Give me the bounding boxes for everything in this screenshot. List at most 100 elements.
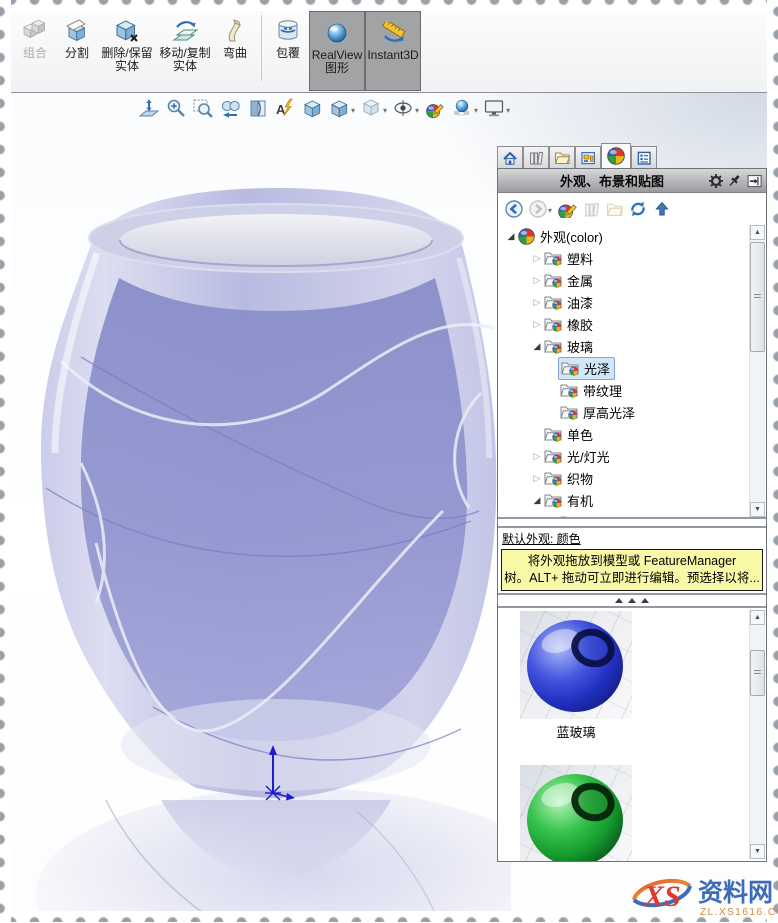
flex-button[interactable]: 弯曲 xyxy=(214,11,256,63)
expand-arrow-icon[interactable] xyxy=(530,297,544,307)
delete-keep-body-button[interactable]: 删除/保留实体 xyxy=(98,11,156,76)
appearance-folder-icon xyxy=(561,360,579,376)
expand-arrow-icon[interactable] xyxy=(530,495,544,505)
wrap-label: 包覆 xyxy=(275,46,300,60)
refresh-icon[interactable] xyxy=(629,200,647,218)
tree-item-label: 光泽 xyxy=(584,361,611,377)
wrap-button[interactable]: 包覆 xyxy=(267,11,309,63)
move-copy-body-icon xyxy=(172,21,198,41)
site-watermark: XS 资料网 ZL.XS1616.COM xyxy=(626,870,778,918)
zoom-in-out-icon[interactable] xyxy=(165,97,187,121)
expand-arrow-icon[interactable] xyxy=(530,253,544,263)
previous-view-icon[interactable] xyxy=(219,97,242,121)
back-icon[interactable] xyxy=(505,200,523,218)
edit-appearance-ball-icon[interactable] xyxy=(558,200,577,218)
realview-graphics-button[interactable]: RealView 图形 xyxy=(309,11,365,91)
preview-splitter-handle[interactable] xyxy=(498,593,766,608)
add-library-icon xyxy=(585,202,600,217)
vase-reflection xyxy=(36,788,511,911)
display-style-icon[interactable] xyxy=(328,97,355,121)
expand-arrow-icon[interactable] xyxy=(530,319,544,329)
view-orientation-icon[interactable] xyxy=(301,97,323,121)
pin-icon[interactable] xyxy=(727,172,743,189)
display-monitor-icon[interactable] xyxy=(483,97,510,121)
preview-scroll-thumb[interactable] xyxy=(750,650,765,696)
up-one-level-icon[interactable] xyxy=(653,200,671,218)
expand-arrow-icon[interactable] xyxy=(530,451,544,461)
apply-scene-icon[interactable] xyxy=(451,97,478,121)
drag-hint-tooltip: 将外观拖放到模型或 FeatureManager 树。ALT+ 拖动可立即进行编… xyxy=(501,549,763,591)
expand-arrow-icon[interactable] xyxy=(504,231,518,241)
pane-splitter[interactable] xyxy=(498,517,766,528)
view-palette-icon xyxy=(581,151,596,164)
tab-home[interactable] xyxy=(497,146,523,168)
tree-item-label: 厚高光泽 xyxy=(583,405,636,421)
view-settings-icon[interactable] xyxy=(392,97,419,121)
combine-button: 组合 xyxy=(14,11,56,63)
tree-item-label: 织物 xyxy=(567,471,594,487)
expand-arrow-icon[interactable] xyxy=(530,275,544,285)
tree-item[interactable]: 织物 xyxy=(498,467,766,489)
combine-label: 组合 xyxy=(22,46,47,60)
tree-item[interactable]: 单色 xyxy=(498,423,766,445)
tree-item[interactable]: 有机 xyxy=(498,489,766,511)
watermark-site-url: ZL.XS1616.COM xyxy=(700,907,778,918)
tab-design-library[interactable] xyxy=(523,146,549,168)
tree-item-label: 外观(color) xyxy=(540,229,603,245)
tree-item-label: 油漆 xyxy=(567,295,594,311)
toolbar-separator xyxy=(261,15,262,81)
forward-icon xyxy=(529,200,547,218)
tab-file-explorer[interactable] xyxy=(549,146,575,168)
tree-item[interactable]: 塑料 xyxy=(498,247,766,269)
split-button[interactable]: 分割 xyxy=(56,11,98,63)
section-view-icon[interactable] xyxy=(247,97,269,121)
edit-appearance-icon[interactable] xyxy=(424,97,446,121)
tree-item[interactable]: 橡胶 xyxy=(498,313,766,335)
green-glass-sphere xyxy=(527,774,623,861)
zoom-to-fit-icon[interactable] xyxy=(138,97,160,121)
tree-item[interactable]: 金属 xyxy=(498,269,766,291)
scroll-down-icon[interactable]: ▼ xyxy=(750,502,765,517)
scroll-up-icon[interactable]: ▲ xyxy=(750,225,765,240)
combine-bodies-icon xyxy=(23,19,45,38)
realview-graphics-label: RealView 图形 xyxy=(311,48,363,75)
tree-scrollbar[interactable]: ▲ ▼ xyxy=(749,225,765,517)
tree-item[interactable]: 油漆 xyxy=(498,291,766,313)
scroll-down-icon[interactable]: ▼ xyxy=(750,844,765,859)
tree-item-selected[interactable]: 光泽 xyxy=(498,356,766,380)
preview-blue-glass-thumbnail[interactable] xyxy=(520,611,632,719)
tree-item[interactable]: 带纹理 xyxy=(498,379,766,401)
flex-icon xyxy=(228,19,241,42)
panel-title: 外观、布景和贴图 xyxy=(559,174,664,189)
tree-item-label: 塑料 xyxy=(567,251,594,267)
zoom-to-area-icon[interactable] xyxy=(192,97,214,121)
tree-scroll-thumb[interactable] xyxy=(750,242,765,352)
vase-3d-model[interactable] xyxy=(11,93,511,911)
preview-green-glass-thumbnail[interactable] xyxy=(520,765,632,861)
annotation-view-icon[interactable]: A xyxy=(274,97,296,121)
expand-arrow-icon[interactable] xyxy=(530,473,544,483)
tree-item[interactable]: 玻璃 xyxy=(498,335,766,357)
move-copy-body-button[interactable]: 移动/复制实体 xyxy=(156,11,214,76)
tab-view-palette[interactable] xyxy=(575,146,601,168)
scroll-up-icon[interactable]: ▲ xyxy=(750,610,765,625)
instant3d-button[interactable]: Instant3D xyxy=(365,11,421,91)
collapse-pane-icon[interactable] xyxy=(746,173,763,189)
tab-custom-properties[interactable] xyxy=(631,146,657,168)
appearance-folder-icon xyxy=(544,294,562,310)
appearances-ball-icon xyxy=(607,147,625,165)
tree-item[interactable]: 光/灯光 xyxy=(498,445,766,467)
tab-appearances[interactable] xyxy=(601,143,631,168)
home-icon xyxy=(503,151,517,165)
forward-dropdown[interactable] xyxy=(529,200,552,218)
preview-scrollbar[interactable]: ▲ ▼ xyxy=(749,610,765,859)
expand-arrow-icon[interactable] xyxy=(530,341,544,351)
tree-item[interactable]: 厚高光泽 xyxy=(498,401,766,423)
appearance-folder-icon xyxy=(560,404,578,420)
appearance-folder-icon xyxy=(560,382,578,398)
tree-item[interactable]: 外观(color) xyxy=(498,225,766,247)
hide-show-items-icon[interactable] xyxy=(360,97,387,121)
tree-item-label: 带纹理 xyxy=(583,383,623,399)
split-label: 分割 xyxy=(64,46,89,60)
options-gear-icon[interactable] xyxy=(708,172,724,189)
